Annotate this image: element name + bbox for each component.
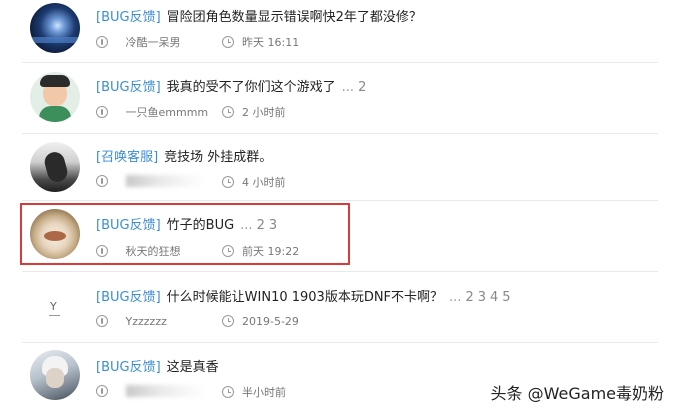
avatar-letter: Y bbox=[50, 300, 57, 313]
avatar[interactable] bbox=[30, 209, 80, 259]
page-link[interactable]: 4 bbox=[490, 290, 498, 305]
thread-tag[interactable]: [BUG反馈] bbox=[96, 290, 161, 305]
thread-title[interactable]: 什么时候能让WIN10 1903版本玩DNF不卡啊？ bbox=[167, 290, 443, 305]
clock-icon bbox=[222, 315, 234, 327]
avatar[interactable] bbox=[30, 72, 80, 122]
row-divider bbox=[22, 62, 658, 63]
thread-tag[interactable]: [BUG反馈] bbox=[96, 80, 161, 95]
page-link[interactable]: 5 bbox=[502, 290, 510, 305]
post-time: 2 小时前 bbox=[242, 106, 286, 119]
clock-icon bbox=[222, 245, 234, 257]
clock-icon bbox=[222, 106, 234, 118]
thread-row[interactable]: [BUG反馈] 我真的受不了你们这个游戏了... 2 一只鱼emmmm 2 小时前 bbox=[0, 66, 678, 136]
author-name[interactable]: 秋天的狂想 bbox=[126, 245, 181, 258]
clock-icon bbox=[222, 36, 234, 48]
thread-tag[interactable]: [BUG反馈] bbox=[96, 360, 161, 375]
clock-icon bbox=[222, 176, 234, 188]
reply-icon bbox=[96, 106, 108, 118]
row-divider bbox=[22, 133, 658, 134]
author-name[interactable]: 一只鱼emmmm bbox=[126, 106, 209, 119]
row-divider bbox=[22, 342, 658, 343]
author-name[interactable]: 冷酷一呆男 bbox=[126, 36, 181, 49]
avatar[interactable]: Y bbox=[30, 282, 80, 332]
reply-icon bbox=[96, 245, 108, 257]
reply-icon bbox=[96, 315, 108, 327]
thread-title[interactable]: 竹子的BUG bbox=[167, 218, 235, 233]
thread-tag[interactable]: [BUG反馈] bbox=[96, 218, 161, 233]
thread-tag[interactable]: [召唤客服] bbox=[96, 150, 158, 165]
post-time: 2019-5-29 bbox=[242, 314, 299, 328]
thread-row[interactable]: [BUG反馈] 冒险团角色数量显示错误啊快2年了都没修？ 冷酷一呆男 昨天 16:… bbox=[0, 0, 678, 70]
page-link[interactable]: 2 bbox=[465, 290, 473, 305]
reply-icon bbox=[96, 36, 108, 48]
page-link[interactable]: 2 bbox=[358, 80, 366, 95]
page-link[interactable]: 3 bbox=[269, 218, 277, 233]
avatar[interactable] bbox=[30, 3, 80, 53]
page-ellipsis: ... bbox=[240, 218, 253, 233]
avatar[interactable] bbox=[30, 142, 80, 192]
post-time: 昨天 16:11 bbox=[242, 36, 300, 49]
post-time: 前天 19:22 bbox=[242, 245, 300, 258]
page-link[interactable]: 3 bbox=[478, 290, 486, 305]
thread-row[interactable]: [BUG反馈] 竹子的BUG... 2 3 秋天的狂想 前天 19:22 bbox=[0, 204, 678, 274]
row-divider bbox=[22, 271, 658, 272]
thread-title[interactable]: 我真的受不了你们这个游戏了 bbox=[167, 80, 336, 95]
watermark: 头条 @WeGame毒奶粉 bbox=[490, 384, 664, 403]
avatar[interactable] bbox=[30, 350, 80, 400]
thread-row[interactable]: Y [BUG反馈] 什么时候能让WIN10 1903版本玩DNF不卡啊？... 2 3… bbox=[0, 276, 678, 346]
page-link[interactable]: 2 bbox=[257, 218, 265, 233]
reply-icon bbox=[96, 385, 108, 397]
thread-tag[interactable]: [BUG反馈] bbox=[96, 10, 161, 25]
author-name-blurred bbox=[125, 175, 206, 187]
thread-title[interactable]: 竞技场 外挂成群。 bbox=[164, 150, 272, 165]
reply-icon bbox=[96, 175, 108, 187]
row-divider bbox=[22, 200, 658, 201]
author-name-blurred bbox=[125, 385, 206, 397]
page-ellipsis: ... bbox=[341, 80, 355, 95]
post-time: 4 小时前 bbox=[242, 176, 286, 189]
thread-title[interactable]: 冒险团角色数量显示错误啊快2年了都没修？ bbox=[167, 10, 422, 25]
thread-row[interactable]: [召唤客服] 竞技场 外挂成群。 4 小时前 bbox=[0, 136, 678, 206]
author-name[interactable]: Yzzzzzz bbox=[126, 315, 167, 328]
page-ellipsis: ... bbox=[449, 290, 462, 305]
clock-icon bbox=[222, 386, 234, 398]
thread-title[interactable]: 这是真香 bbox=[167, 360, 219, 375]
post-time: 半小时前 bbox=[242, 386, 286, 399]
